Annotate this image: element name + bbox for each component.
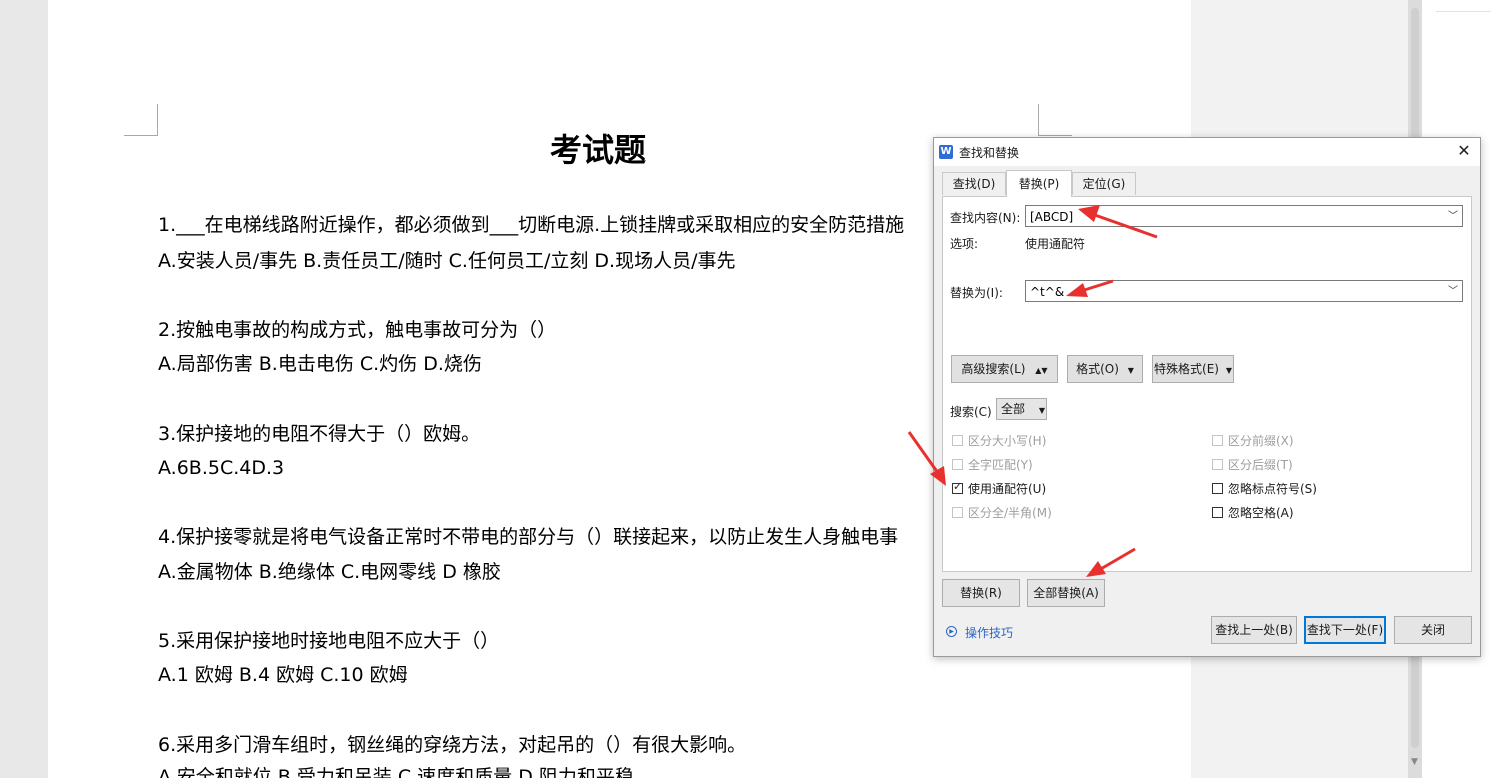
match-suffix-label: 区分后缀(T) <box>1228 458 1293 472</box>
search-scope-select[interactable]: 全部 ▼ <box>996 398 1047 420</box>
sort-arrows-icon: ▲▼ <box>1035 366 1048 375</box>
ignore-punctuation-checkbox[interactable] <box>1212 483 1223 494</box>
special-format-label: 特殊格式(E) <box>1154 362 1219 376</box>
search-scope-value: 全部 <box>1001 402 1026 416</box>
format-button-label: 格式(O) <box>1076 362 1119 376</box>
question-5-options: A.1 欧姆 B.4 欧姆 C.10 欧姆 <box>158 664 408 686</box>
chevron-down-icon[interactable]: ﹀ <box>1448 281 1458 303</box>
replace-all-button[interactable]: 全部替换(A) <box>1027 579 1105 607</box>
question-5-text: 5.采用保护接地时接地电阻不应大于（） <box>158 630 500 652</box>
question-3-text: 3.保护接地的电阻不得大于（）欧姆。 <box>158 423 481 445</box>
match-case-label: 区分大小写(H) <box>968 434 1047 448</box>
find-input-value: [ABCD] <box>1030 210 1074 224</box>
find-replace-dialog: W 查找和替换 ✕ 查找(D) 替换(P) 定位(G) 查找内容(N): [AB… <box>933 137 1481 657</box>
find-previous-button[interactable]: 查找上一处(B) <box>1211 616 1297 644</box>
play-circle-icon[interactable]: ▶ <box>946 626 957 637</box>
question-4-text: 4.保护接零就是将电气设备正常时不带电的部分与（）联接起来，以防止发生人身触电事 <box>158 526 899 548</box>
question-2-text: 2.按触电事故的构成方式，触电事故可分为（） <box>158 319 557 341</box>
question-6-text: 6.采用多门滑车组时，钢丝绳的穿绕方法，对起吊的（）有很大影响。 <box>158 734 747 756</box>
match-prefix-checkbox[interactable] <box>1212 435 1223 446</box>
tips-link[interactable]: 操作技巧 <box>965 624 1013 641</box>
close-icon[interactable]: ✕ <box>1454 141 1474 161</box>
find-next-button[interactable]: 查找下一处(F) <box>1304 616 1386 644</box>
find-label: 查找内容(N): <box>950 211 1021 225</box>
full-half-width-label: 区分全/半角(M) <box>968 506 1052 520</box>
wps-app-icon: W <box>939 145 953 159</box>
question-1-options: A.安装人员/事先 B.责任员工/随时 C.任何员工/立刻 D.现场人员/事先 <box>158 250 736 272</box>
tab-goto[interactable]: 定位(G) <box>1072 172 1136 195</box>
replace-button[interactable]: 替换(R) <box>942 579 1020 607</box>
replace-input-value: ^t^& <box>1030 285 1065 299</box>
scroll-down-icon[interactable]: ▼ <box>1411 757 1418 767</box>
side-panel-divider <box>1436 11 1491 12</box>
special-format-button[interactable]: 特殊格式(E) ▼ <box>1152 355 1234 383</box>
question-3-options: A.6B.5C.4D.3 <box>158 457 285 479</box>
match-prefix-label: 区分前缀(X) <box>1228 434 1294 448</box>
whole-word-label: 全字匹配(Y) <box>968 458 1033 472</box>
replace-tab-panel: 查找内容(N): [ABCD] ﹀ 选项: 使用通配符 替换为(I): ^t^&… <box>942 196 1472 572</box>
dialog-titlebar[interactable]: W 查找和替换 ✕ <box>934 138 1480 166</box>
advanced-search-label: 高级搜索(L) <box>961 362 1026 376</box>
tab-find[interactable]: 查找(D) <box>942 172 1006 195</box>
question-1-text: 1.___在电梯线路附近操作，都必须做到___切断电源.上锁挂牌或采取相应的安全… <box>158 214 905 236</box>
check-icon: ✓ <box>953 480 963 493</box>
search-scope-label: 搜索(C) <box>950 405 992 419</box>
caret-down-icon: ▼ <box>1038 406 1045 415</box>
format-button[interactable]: 格式(O) ▼ <box>1067 355 1143 383</box>
question-6-options: A.安全和就位 B.受力和吊装 C.速度和质量 D.阻力和平稳 <box>158 766 634 778</box>
dialog-title: 查找和替换 <box>959 146 1020 160</box>
question-4-options: A.金属物体 B.绝缘体 C.电网零线 D 橡胶 <box>158 561 501 583</box>
tab-replace[interactable]: 替换(P) <box>1006 170 1072 197</box>
question-2-options: A.局部伤害 B.电击电伤 C.灼伤 D.烧伤 <box>158 353 482 375</box>
ignore-punctuation-label: 忽略标点符号(S) <box>1228 482 1317 496</box>
use-wildcards-checkbox[interactable]: ✓ <box>952 480 963 494</box>
caret-down-icon: ▼ <box>1225 366 1232 375</box>
caret-down-icon: ▼ <box>1127 366 1134 375</box>
chevron-down-icon[interactable]: ﹀ <box>1448 206 1458 228</box>
options-label: 选项: <box>950 237 979 251</box>
whole-word-checkbox[interactable] <box>952 459 963 470</box>
close-button[interactable]: 关闭 <box>1394 616 1472 644</box>
use-wildcards-label: 使用通配符(U) <box>968 482 1047 496</box>
replace-input[interactable]: ^t^& ﹀ <box>1025 280 1463 302</box>
find-input[interactable]: [ABCD] ﹀ <box>1025 205 1463 227</box>
match-case-checkbox[interactable] <box>952 435 963 446</box>
ignore-space-label: 忽略空格(A) <box>1228 506 1294 520</box>
full-half-width-checkbox[interactable] <box>952 507 963 518</box>
advanced-search-button[interactable]: 高级搜索(L) ▲▼ <box>951 355 1058 383</box>
options-value: 使用通配符 <box>1025 237 1086 251</box>
ignore-space-checkbox[interactable] <box>1212 507 1223 518</box>
replace-label: 替换为(I): <box>950 286 1003 300</box>
match-suffix-checkbox[interactable] <box>1212 459 1223 470</box>
